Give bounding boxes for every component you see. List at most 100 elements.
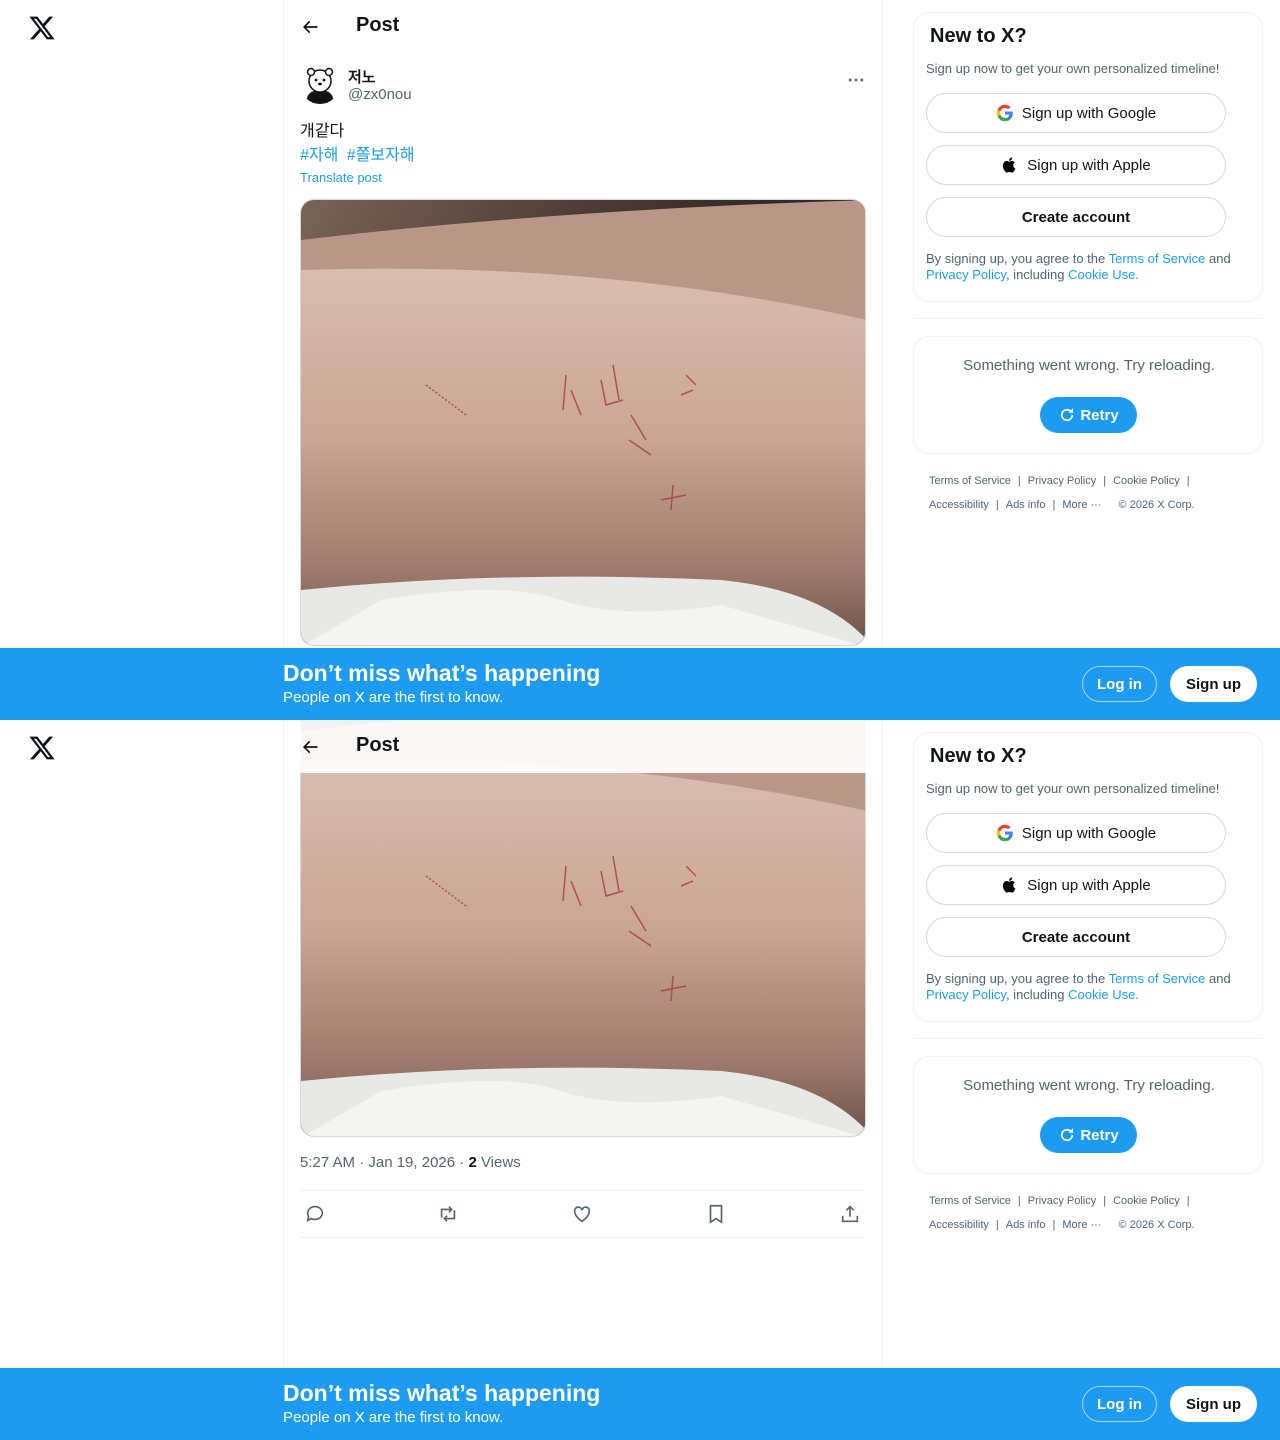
retry-button[interactable]: Retry xyxy=(1040,1117,1137,1153)
author-handle[interactable]: @zx0nou xyxy=(348,86,412,103)
divider xyxy=(913,318,1263,319)
legal-text: , including xyxy=(1005,267,1069,282)
retry-label: Retry xyxy=(1080,1126,1119,1144)
frame-bottom: Post 5:27 AM · Jan 19, 2026 · 2 Views Ne… xyxy=(0,720,1280,1440)
cookie-use-link[interactable]: Cookie Use. xyxy=(1068,987,1139,1002)
footer-terms-link[interactable]: Terms of Service xyxy=(929,475,1011,487)
google-icon xyxy=(996,824,1013,842)
privacy-link[interactable]: Privacy Policy xyxy=(926,267,1006,282)
footer-copyright: © 2026 X Corp. xyxy=(1118,1219,1195,1231)
refresh-icon xyxy=(1061,1128,1074,1142)
google-signup-button[interactable]: Sign up with Google xyxy=(926,93,1226,133)
legal-text: , including xyxy=(1005,987,1069,1002)
tweet-actions xyxy=(300,1190,866,1238)
apple-signup-label: Sign up with Apple xyxy=(1027,156,1151,174)
banner-headline: Don’t miss what’s happening xyxy=(283,660,601,686)
hashtag-link[interactable]: #자해 xyxy=(300,147,338,164)
footer-more-link[interactable]: More ··· xyxy=(1062,1219,1101,1231)
footer-ads-link[interactable]: Ads info xyxy=(1006,1219,1046,1231)
back-arrow-icon[interactable] xyxy=(300,17,320,37)
post-header: Post xyxy=(284,720,882,773)
hashtag-link[interactable]: #쫄보자해 xyxy=(347,147,415,164)
login-button[interactable]: Log in xyxy=(1082,666,1157,702)
google-signup-button[interactable]: Sign up with Google xyxy=(926,813,1226,853)
tweet-text: 개같다 xyxy=(300,123,345,140)
post-header: Post xyxy=(284,0,882,53)
post-column: Post 저노 @zx0nou 개같다 #자해 #쫄보자해 Translate … xyxy=(283,0,883,720)
footer-copyright: © 2026 X Corp. xyxy=(1118,499,1195,511)
tweet-photo[interactable] xyxy=(300,199,866,646)
repost-icon[interactable] xyxy=(437,1203,459,1225)
signup-card: New to X? Sign up now to get your own pe… xyxy=(913,732,1263,1022)
bookmark-icon[interactable] xyxy=(705,1203,727,1225)
banner-subline: People on X are the first to know. xyxy=(283,1409,504,1426)
retry-label: Retry xyxy=(1080,406,1119,424)
reply-icon[interactable] xyxy=(304,1203,326,1225)
more-options-icon[interactable] xyxy=(846,70,866,90)
tweet-author: 저노 @zx0nou xyxy=(300,64,866,108)
cookie-use-link[interactable]: Cookie Use. xyxy=(1068,267,1139,282)
login-banner: Don’t miss what’s happening People on X … xyxy=(0,648,1280,720)
footer-accessibility-link[interactable]: Accessibility xyxy=(929,1219,989,1231)
page-title: Post xyxy=(356,734,400,756)
tweet-hashtags: #자해 #쫄보자해 xyxy=(300,144,419,168)
footer-cookie-link[interactable]: Cookie Policy xyxy=(1113,475,1180,487)
retry-button[interactable]: Retry xyxy=(1040,397,1137,433)
avatar[interactable] xyxy=(300,64,340,104)
footer-cookie-link[interactable]: Cookie Policy xyxy=(1113,1195,1180,1207)
arm-photo-image xyxy=(301,200,865,645)
apple-icon xyxy=(1003,877,1016,893)
views-label: Views xyxy=(476,1154,521,1171)
tweet-photo[interactable] xyxy=(300,720,866,1137)
post-column: Post 5:27 AM · Jan 19, 2026 · 2 Views xyxy=(283,720,883,1440)
x-logo-icon[interactable] xyxy=(28,734,56,762)
footer-accessibility-link[interactable]: Accessibility xyxy=(929,499,989,511)
footer-privacy-link[interactable]: Privacy Policy xyxy=(1028,1195,1096,1207)
back-arrow-icon[interactable] xyxy=(300,737,320,757)
tweet-timestamp[interactable]: 5:27 AM · Jan 19, 2026 · xyxy=(300,1154,468,1171)
signup-subtitle: Sign up now to get your own personalized… xyxy=(926,781,1220,796)
google-signup-label: Sign up with Google xyxy=(1021,824,1157,842)
tweet-meta: 5:27 AM · Jan 19, 2026 · 2 Views xyxy=(300,1154,521,1171)
error-card: Something went wrong. Try reloading. Ret… xyxy=(913,1056,1263,1174)
x-logo-icon[interactable] xyxy=(28,14,56,42)
apple-signup-button[interactable]: Sign up with Apple xyxy=(926,865,1226,905)
apple-icon xyxy=(1003,157,1016,173)
footer-privacy-link[interactable]: Privacy Policy xyxy=(1028,475,1096,487)
like-icon[interactable] xyxy=(571,1203,593,1225)
legal-text: and xyxy=(1205,251,1231,266)
signup-legal-text: By signing up, you agree to the Terms of… xyxy=(926,971,1251,1003)
signup-subtitle: Sign up now to get your own personalized… xyxy=(926,61,1220,76)
avatar-bear-icon xyxy=(300,64,340,104)
google-signup-label: Sign up with Google xyxy=(1021,104,1157,122)
error-message: Something went wrong. Try reloading. xyxy=(963,1077,1215,1094)
signup-button[interactable]: Sign up xyxy=(1170,666,1257,702)
legal-text: By signing up, you agree to the xyxy=(926,251,1109,266)
apple-signup-button[interactable]: Sign up with Apple xyxy=(926,145,1226,185)
login-banner: Don’t miss what’s happening People on X … xyxy=(0,1368,1280,1440)
frame-top: Post 저노 @zx0nou 개같다 #자해 #쫄보자해 Translate … xyxy=(0,0,1280,720)
author-name[interactable]: 저노 xyxy=(348,66,376,87)
terms-link[interactable]: Terms of Service xyxy=(1109,971,1206,986)
privacy-link[interactable]: Privacy Policy xyxy=(926,987,1006,1002)
create-account-button[interactable]: Create account xyxy=(926,917,1226,957)
footer-links: Terms of Service | Privacy Policy | Cookie P… xyxy=(929,1195,1195,1231)
share-icon[interactable] xyxy=(839,1203,861,1225)
page-title: Post xyxy=(356,14,400,36)
legal-text: and xyxy=(1205,971,1231,986)
signup-button[interactable]: Sign up xyxy=(1170,1386,1257,1422)
error-message: Something went wrong. Try reloading. xyxy=(963,357,1215,374)
arm-photo-image xyxy=(301,720,865,1136)
footer-ads-link[interactable]: Ads info xyxy=(1006,499,1046,511)
terms-link[interactable]: Terms of Service xyxy=(1109,251,1206,266)
footer-more-link[interactable]: More ··· xyxy=(1062,499,1101,511)
create-account-button[interactable]: Create account xyxy=(926,197,1226,237)
login-button[interactable]: Log in xyxy=(1082,1386,1157,1422)
refresh-icon xyxy=(1061,408,1074,422)
apple-signup-label: Sign up with Apple xyxy=(1027,876,1151,894)
signup-title: New to X? xyxy=(930,745,1027,767)
footer-links: Terms of Service | Privacy Policy | Cookie P… xyxy=(929,475,1195,511)
views-count: 2 xyxy=(468,1154,477,1171)
translate-post-link[interactable]: Translate post xyxy=(300,170,382,185)
footer-terms-link[interactable]: Terms of Service xyxy=(929,1195,1011,1207)
